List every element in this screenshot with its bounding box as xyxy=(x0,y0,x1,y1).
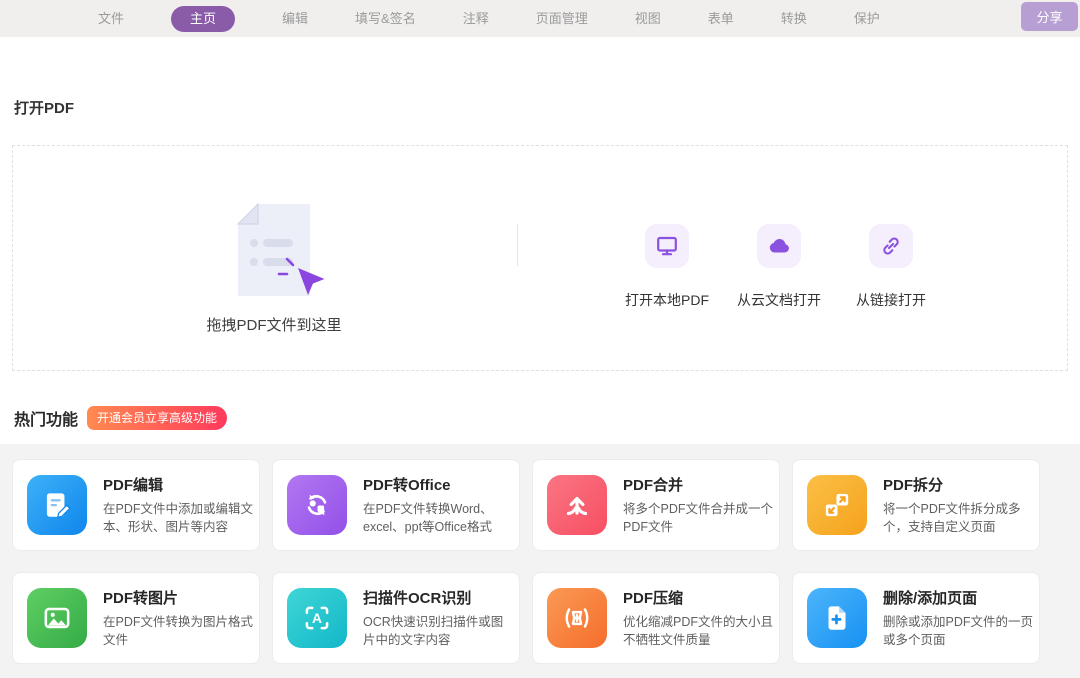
card-title: PDF拆分 xyxy=(883,474,1033,495)
card-pdf-compress[interactable]: PDF压缩 优化缩减PDF文件的大小且不牺牲文件质量 xyxy=(532,572,780,664)
open-cloud-doc-button[interactable]: 从云文档打开 xyxy=(723,224,835,310)
card-desc: 删除或添加PDF文件的一页或多个页面 xyxy=(883,613,1033,649)
card-desc: 在PDF文件转换为图片格式文件 xyxy=(103,613,253,649)
cloud-icon xyxy=(757,224,801,268)
open-cloud-doc-label: 从云文档打开 xyxy=(737,290,821,310)
link-icon xyxy=(869,224,913,268)
tab-page-manage[interactable]: 页面管理 xyxy=(536,7,588,31)
vip-promo-badge[interactable]: 开通会员立享高级功能 xyxy=(87,406,227,430)
card-pdf-split[interactable]: PDF拆分 将一个PDF文件拆分成多个，支持自定义页面 xyxy=(792,459,1040,551)
tab-convert[interactable]: 转换 xyxy=(781,7,807,31)
card-desc: OCR快速识别扫描件或图片中的文字内容 xyxy=(363,613,513,649)
card-title: PDF编辑 xyxy=(103,474,253,495)
card-title: 删除/添加页面 xyxy=(883,587,1033,608)
card-title: PDF压缩 xyxy=(623,587,773,608)
hot-functions-header: 热门功能 开通会员立享高级功能 xyxy=(14,406,227,430)
card-pdf-to-office[interactable]: PDF转Office 在PDF文件转换Word、excel、ppt等Office… xyxy=(272,459,520,551)
feature-cards-grid: PDF编辑 在PDF文件中添加或编辑文本、形状、图片等内容 PDF转Office… xyxy=(12,459,1040,664)
edit-document-icon xyxy=(27,475,87,535)
card-pdf-merge[interactable]: PDF合并 将多个PDF文件合并成一个PDF文件 xyxy=(532,459,780,551)
card-ocr-recognize[interactable]: A 扫描件OCR识别 OCR快速识别扫描件或图片中的文字内容 xyxy=(272,572,520,664)
open-pdf-title: 打开PDF xyxy=(14,97,74,118)
merge-icon xyxy=(547,475,607,535)
pdf-dropzone[interactable]: 拖拽PDF文件到这里 打开本地PDF 从云文档打开 xyxy=(12,145,1068,371)
tab-protect[interactable]: 保护 xyxy=(854,7,880,31)
split-icon xyxy=(807,475,867,535)
card-desc: 优化缩减PDF文件的大小且不牺牲文件质量 xyxy=(623,613,773,649)
card-desc: 将一个PDF文件拆分成多个，支持自定义页面 xyxy=(883,500,1033,536)
open-link-label: 从链接打开 xyxy=(856,290,926,310)
card-title: PDF转图片 xyxy=(103,587,253,608)
drop-hint-text: 拖拽PDF文件到这里 xyxy=(174,314,374,335)
drop-document-illustration xyxy=(218,196,330,314)
open-local-pdf-label: 打开本地PDF xyxy=(625,290,709,310)
compress-icon xyxy=(547,588,607,648)
add-page-icon xyxy=(807,588,867,648)
card-title: 扫描件OCR识别 xyxy=(363,587,513,608)
card-title: PDF转Office xyxy=(363,474,513,495)
tab-edit[interactable]: 编辑 xyxy=(282,7,308,31)
menu-tabs: 文件 主页 编辑 填写&签名 注释 页面管理 视图 表单 转换 保护 xyxy=(98,6,880,32)
tab-view[interactable]: 视图 xyxy=(635,7,661,31)
tab-fill-sign[interactable]: 填写&签名 xyxy=(355,7,416,31)
monitor-icon xyxy=(645,224,689,268)
image-icon xyxy=(27,588,87,648)
card-title: PDF合并 xyxy=(623,474,773,495)
card-desc: 将多个PDF文件合并成一个PDF文件 xyxy=(623,500,773,536)
card-pdf-to-image[interactable]: PDF转图片 在PDF文件转换为图片格式文件 xyxy=(12,572,260,664)
open-link-button[interactable]: 从链接打开 xyxy=(835,224,947,310)
hot-functions-title: 热门功能 xyxy=(14,406,78,430)
share-button[interactable]: 分享 xyxy=(1021,2,1078,31)
tab-file[interactable]: 文件 xyxy=(98,7,124,31)
open-options: 打开本地PDF 从云文档打开 从链接打开 xyxy=(611,224,947,310)
card-desc: 在PDF文件转换Word、excel、ppt等Office格式 xyxy=(363,500,513,536)
dropzone-divider xyxy=(517,224,518,266)
card-pdf-edit[interactable]: PDF编辑 在PDF文件中添加或编辑文本、形状、图片等内容 xyxy=(12,459,260,551)
open-local-pdf-button[interactable]: 打开本地PDF xyxy=(611,224,723,310)
top-menu-bar: 文件 主页 编辑 填写&签名 注释 页面管理 视图 表单 转换 保护 分享 xyxy=(0,0,1080,37)
svg-text:A: A xyxy=(312,610,322,626)
tab-comment[interactable]: 注释 xyxy=(463,7,489,31)
tab-form[interactable]: 表单 xyxy=(708,7,734,31)
ocr-scan-icon: A xyxy=(287,588,347,648)
convert-office-icon xyxy=(287,475,347,535)
tab-home[interactable]: 主页 xyxy=(171,6,235,32)
card-delete-add-pages[interactable]: 删除/添加页面 删除或添加PDF文件的一页或多个页面 xyxy=(792,572,1040,664)
card-desc: 在PDF文件中添加或编辑文本、形状、图片等内容 xyxy=(103,500,253,536)
